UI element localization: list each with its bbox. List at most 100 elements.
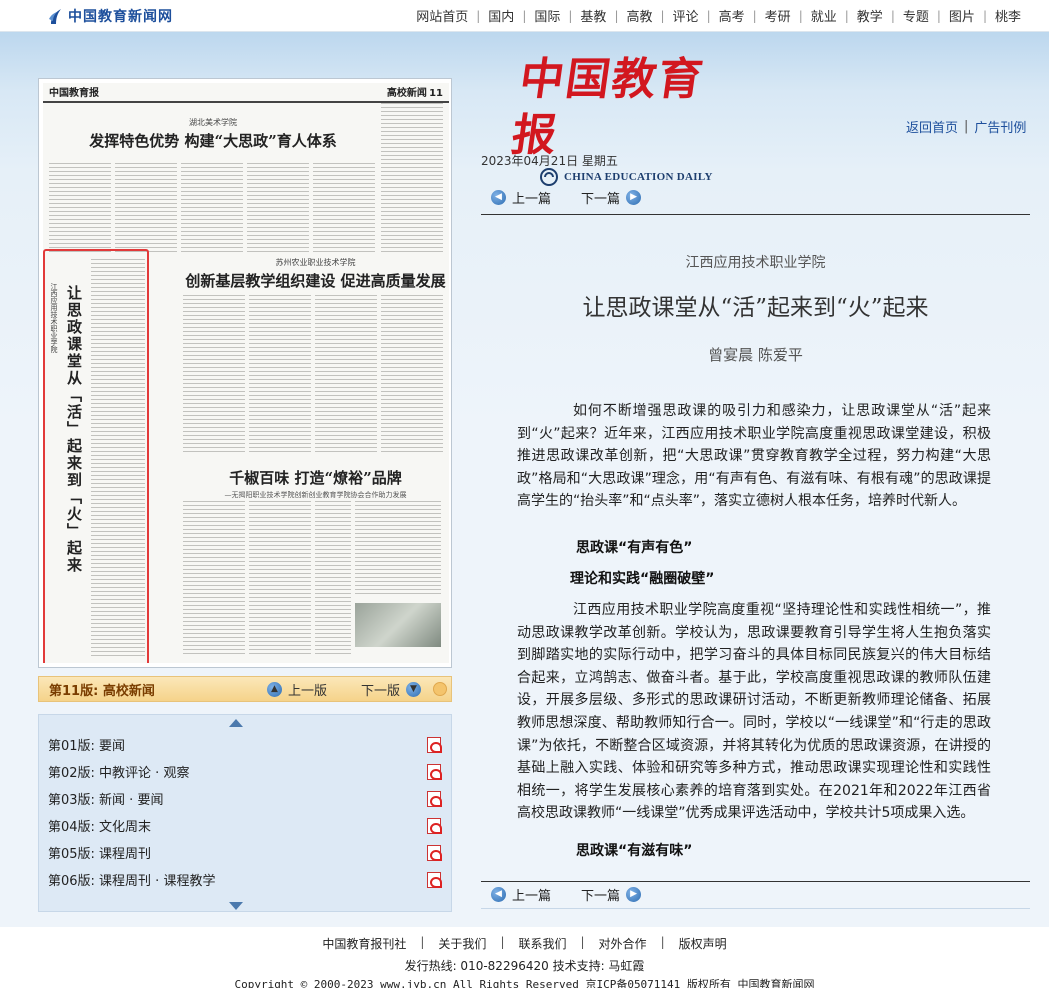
- scroll-up-icon[interactable]: [229, 719, 243, 727]
- newspaper-page-frame: 中国教育报 高校新闻 11 湖北美术学院 发挥特色优势 构建“大思政”育人体系 …: [38, 78, 452, 668]
- paper-text-block: [91, 259, 145, 659]
- article-nav-bottom: ◀ 上一篇 下一篇 ▶: [491, 885, 642, 904]
- nav-domestic[interactable]: 国内: [480, 6, 522, 25]
- article-authors: 曾宴晨 陈爱平: [708, 346, 803, 364]
- article-paragraph: 江西应用技术职业学院高度重视“坚持理论性和实践性相统一”，推动思政课教学改革创新…: [517, 602, 991, 822]
- prev-version-link[interactable]: 上一版: [288, 680, 327, 699]
- paper-text-block: [247, 163, 309, 253]
- prev-article-icon[interactable]: ◀: [491, 887, 506, 902]
- paper-vertical-school: 江西应用技术职业学院: [50, 283, 58, 353]
- footer-link-contact[interactable]: 联系我们: [518, 935, 566, 952]
- version-list: 第01版: 要闻 第02版: 中教评论 · 观察 第03版: 新闻 · 要闻 第…: [38, 714, 452, 912]
- footer-link-copyright[interactable]: 版权声明: [679, 935, 727, 952]
- article-school: 江西应用技术职业学院: [685, 255, 826, 271]
- article-title: 让思政课堂从“活”起来到“火”起来: [582, 295, 929, 321]
- site-logo-icon: [49, 9, 61, 24]
- nav-topics[interactable]: 专题: [895, 6, 937, 25]
- version-item[interactable]: 第02版: 中教评论 · 观察: [39, 758, 451, 785]
- paper-text-block: [381, 103, 443, 253]
- version-item[interactable]: 第05版: 课程周刊: [39, 839, 451, 866]
- back-home-link[interactable]: 返回首页: [906, 117, 958, 136]
- next-version-link[interactable]: 下一版: [361, 680, 400, 699]
- current-version-label: 第11版: 高校新闻: [49, 683, 155, 699]
- version-bar: 第11版: 高校新闻 ▲ 上一版 下一版 ▼: [38, 676, 452, 702]
- next-article-link[interactable]: 下一篇: [581, 885, 620, 904]
- nav-higher-edu[interactable]: 高教: [618, 6, 660, 25]
- article-subhead: 思政课“有滋有味”: [576, 843, 693, 859]
- footer-link-publisher[interactable]: 中国教育报刊社: [322, 935, 406, 952]
- nav-teaching[interactable]: 教学: [849, 6, 891, 25]
- nav-gaokao[interactable]: 高考: [711, 6, 753, 25]
- masthead: 中国教育报 CHINA EDUCATION DAILY: [509, 52, 716, 186]
- divider: [481, 214, 1030, 215]
- paper-text-block: [183, 501, 245, 656]
- version-item[interactable]: 第04版: 文化周末: [39, 812, 451, 839]
- nav-kaoyan[interactable]: 考研: [757, 6, 799, 25]
- top-bar: 中国教育新闻网 网站首页 | 国内 | 国际 | 基教 | 高教 | 评论 | 高考 | 考研…: [0, 0, 1049, 32]
- paper-text-block: [313, 163, 375, 253]
- newspaper-page[interactable]: 中国教育报 高校新闻 11 湖北美术学院 发挥特色优势 构建“大思政”育人体系 …: [43, 83, 449, 663]
- prev-article-link[interactable]: 上一篇: [512, 188, 551, 207]
- nav-taoli[interactable]: 桃李: [987, 6, 1029, 25]
- paper-text-block: [115, 163, 177, 253]
- paper-header-page: 11: [429, 88, 443, 99]
- nav-basic-edu[interactable]: 基教: [572, 6, 614, 25]
- article-panel: 2023年04月21日 星期五 ◀ 上一篇 下一篇 ▶ 江西应用技术职业学院 让…: [481, 148, 1030, 909]
- paper-story3-heading[interactable]: 千椒百味 打造“燎裕”品牌 —无揭阳职业技术学院创新创业教育学院协会合作助力发展: [183, 465, 448, 500]
- article-subhead: 思政课“有声有色”: [576, 540, 693, 556]
- newspaper-page-header: 中国教育报 高校新闻 11: [43, 83, 449, 103]
- prev-article-icon[interactable]: ◀: [491, 190, 506, 205]
- version-item[interactable]: 第06版: 课程周刊 · 课程教学: [39, 866, 451, 893]
- pdf-icon[interactable]: [427, 817, 442, 834]
- paper-text-block: [249, 295, 311, 455]
- next-article-icon[interactable]: ▶: [626, 887, 642, 902]
- pdf-icon[interactable]: [427, 763, 442, 780]
- paper-header-left: 中国教育报: [49, 88, 99, 99]
- footer-links: 中国教育报刊社 | 关于我们 | 联系我们 | 对外合作 | 版权声明: [322, 935, 727, 952]
- footer: 中国教育报刊社 | 关于我们 | 联系我们 | 对外合作 | 版权声明 发行热线: 01…: [0, 927, 1049, 988]
- nav-comment[interactable]: 评论: [665, 6, 707, 25]
- paper-story2-heading[interactable]: 苏州农业职业技术学院 创新基层教学组织建设 促进高质量发展: [183, 257, 448, 291]
- footer-copyright: Copyright © 2000-2023 www.jyb.cn All Rig…: [234, 978, 815, 988]
- version-item[interactable]: 第01版: 要闻: [39, 731, 451, 758]
- pdf-icon[interactable]: [427, 844, 442, 861]
- paper-text-block: [249, 501, 311, 656]
- paper-text-block: [315, 501, 351, 656]
- next-article-icon[interactable]: ▶: [626, 190, 642, 205]
- divider: [481, 881, 1030, 882]
- footer-link-partners[interactable]: 对外合作: [599, 935, 647, 952]
- paper-text-block: [381, 295, 443, 455]
- site-logo[interactable]: 中国教育新闻网: [48, 6, 173, 26]
- paper-text-block: [49, 163, 111, 253]
- nav-employment[interactable]: 就业: [803, 6, 845, 25]
- footer-link-about[interactable]: 关于我们: [438, 935, 486, 952]
- ad-rates-link[interactable]: 广告刊例: [974, 117, 1026, 136]
- issue-date: 2023年04月21日 星期五: [481, 154, 618, 168]
- scroll-down-icon[interactable]: [229, 902, 243, 910]
- pdf-icon[interactable]: [427, 871, 442, 888]
- site-logo-text: 中国教育新闻网: [68, 9, 173, 25]
- footer-hotline: 发行热线: 010-82296420 技术支持: 马虹霞: [404, 959, 645, 973]
- article-paragraph: 如何不断增强思政课的吸引力和感染力，让思政课堂从“活”起来到“火”起来？近年来，…: [517, 403, 991, 510]
- pdf-icon[interactable]: [427, 736, 442, 753]
- divider: [481, 908, 1030, 909]
- next-article-link[interactable]: 下一篇: [581, 188, 620, 207]
- paper-story1-heading[interactable]: 湖北美术学院 发挥特色优势 构建“大思政”育人体系: [63, 117, 363, 151]
- nav-home[interactable]: 网站首页: [408, 6, 476, 25]
- nav-photos[interactable]: 图片: [941, 6, 983, 25]
- version-bar-cap-icon: [433, 682, 447, 696]
- prev-article-link[interactable]: 上一篇: [512, 885, 551, 904]
- nav-international[interactable]: 国际: [526, 6, 568, 25]
- paper-text-block: [183, 295, 245, 455]
- paper-text-block: [315, 295, 377, 455]
- article-subhead: 理论和实践“融圈破壁”: [570, 571, 715, 587]
- top-nav: 网站首页 | 国内 | 国际 | 基教 | 高教 | 评论 | 高考 | 考研 | 就业 | 教学…: [408, 6, 1029, 26]
- header-links: 返回首页 | 广告刊例: [906, 117, 1027, 136]
- pdf-icon[interactable]: [427, 790, 442, 807]
- prev-version-icon[interactable]: ▲: [266, 681, 282, 697]
- article-nav-top: ◀ 上一篇 下一篇 ▶: [491, 188, 642, 207]
- next-version-icon[interactable]: ▼: [406, 681, 421, 697]
- version-item[interactable]: 第03版: 新闻 · 要闻: [39, 785, 451, 812]
- paper-text-block: [181, 163, 243, 253]
- paper-vertical-title: 让思政课堂从「活」起来到「火」起来: [65, 285, 83, 574]
